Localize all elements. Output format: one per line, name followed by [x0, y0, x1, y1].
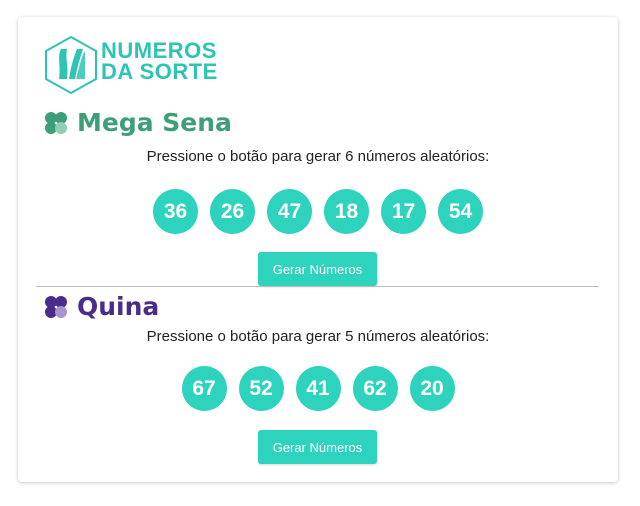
number-ball: 47	[267, 189, 312, 234]
logo-line-2: DA SORTE	[101, 59, 218, 84]
number-ball: 54	[438, 189, 483, 234]
mega-sena-title: Mega Sena	[77, 108, 232, 137]
number-ball: 36	[153, 189, 198, 234]
number-ball: 18	[324, 189, 369, 234]
quina-title: Quina	[77, 292, 160, 321]
numeros-da-sorte-logo: NUMEROS DA SORTE	[43, 35, 223, 95]
mega-sena-brand: Mega Sena	[43, 108, 232, 137]
logo-hexagon-icon	[45, 35, 97, 95]
quina-instruction: Pressione o botão para gerar 5 números a…	[146, 328, 490, 345]
quina-generate-button[interactable]: Gerar Números	[258, 430, 377, 464]
mega-number-list: 36 26 47 18 17 54	[18, 189, 618, 234]
section-divider	[36, 286, 599, 287]
quina-number-list: 67 52 41 62 20	[18, 366, 618, 411]
number-ball: 17	[381, 189, 426, 234]
number-ball: 20	[409, 366, 455, 411]
number-ball: 67	[181, 366, 227, 411]
quina-brand: Quina	[43, 292, 159, 321]
logo-line-1: NUMEROS	[101, 38, 217, 63]
clover-icon	[45, 295, 67, 318]
number-ball: 62	[352, 366, 398, 411]
number-ball: 26	[210, 189, 255, 234]
number-ball: 41	[295, 366, 341, 411]
mega-generate-button[interactable]: Gerar Números	[258, 252, 377, 286]
clover-icon	[45, 111, 67, 134]
generator-card: NUMEROS DA SORTE Mega Sena Pressione o b…	[18, 17, 618, 482]
mega-instruction: Pressione o botão para gerar 6 números a…	[146, 148, 490, 165]
number-ball: 52	[238, 366, 284, 411]
